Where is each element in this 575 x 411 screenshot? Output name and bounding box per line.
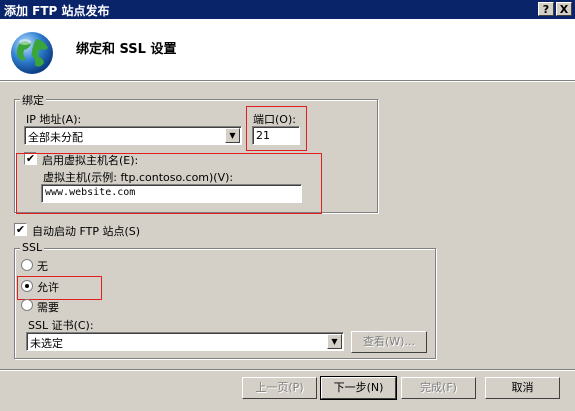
highlight-ssl-allow	[17, 276, 102, 300]
highlight-port	[246, 106, 307, 151]
autostart-checkbox[interactable]: ✔	[14, 223, 27, 236]
ssl-cert-dropdown[interactable]: 未选定 ▼	[26, 332, 344, 351]
chevron-down-icon[interactable]: ▼	[327, 334, 342, 349]
prev-button[interactable]: 上一页(P)	[242, 377, 317, 399]
ssl-cert-label: SSL 证书(C):	[28, 319, 94, 332]
autostart-label: 自动启动 FTP 站点(S)	[32, 225, 141, 238]
ssl-require-radio[interactable]	[21, 299, 33, 311]
dialog-window: 添加 FTP 站点发布 ? X 绑定和 SSL 设置 绑定 IP 地址(A): …	[0, 0, 575, 411]
help-button[interactable]: ?	[538, 2, 554, 16]
close-button[interactable]: X	[556, 2, 572, 16]
globe-icon	[11, 32, 53, 74]
ip-address-dropdown[interactable]: 全部未分配 ▼	[24, 126, 242, 145]
ssl-none-radio[interactable]	[21, 259, 33, 271]
header-divider	[0, 80, 575, 82]
ip-address-value: 全部未分配	[28, 131, 83, 144]
title-bar: 添加 FTP 站点发布 ? X	[0, 0, 575, 19]
window-title: 添加 FTP 站点发布	[4, 4, 110, 18]
binding-group-label: 绑定	[20, 92, 46, 108]
ssl-none-label: 无	[37, 260, 48, 273]
finish-button[interactable]: 完成(F)	[401, 377, 476, 399]
chevron-down-icon[interactable]: ▼	[225, 128, 240, 143]
view-cert-button[interactable]: 查看(W)...	[351, 331, 427, 353]
highlight-vhost	[16, 153, 322, 214]
footer-divider	[0, 369, 575, 371]
ssl-require-label: 需要	[37, 301, 59, 314]
next-button[interactable]: 下一步(N)	[320, 376, 397, 400]
ip-address-label: IP 地址(A):	[26, 113, 82, 126]
ssl-group-label: SSL	[20, 241, 45, 254]
cancel-button[interactable]: 取消	[485, 377, 560, 399]
page-title: 绑定和 SSL 设置	[76, 42, 177, 57]
ssl-cert-value: 未选定	[30, 337, 63, 350]
